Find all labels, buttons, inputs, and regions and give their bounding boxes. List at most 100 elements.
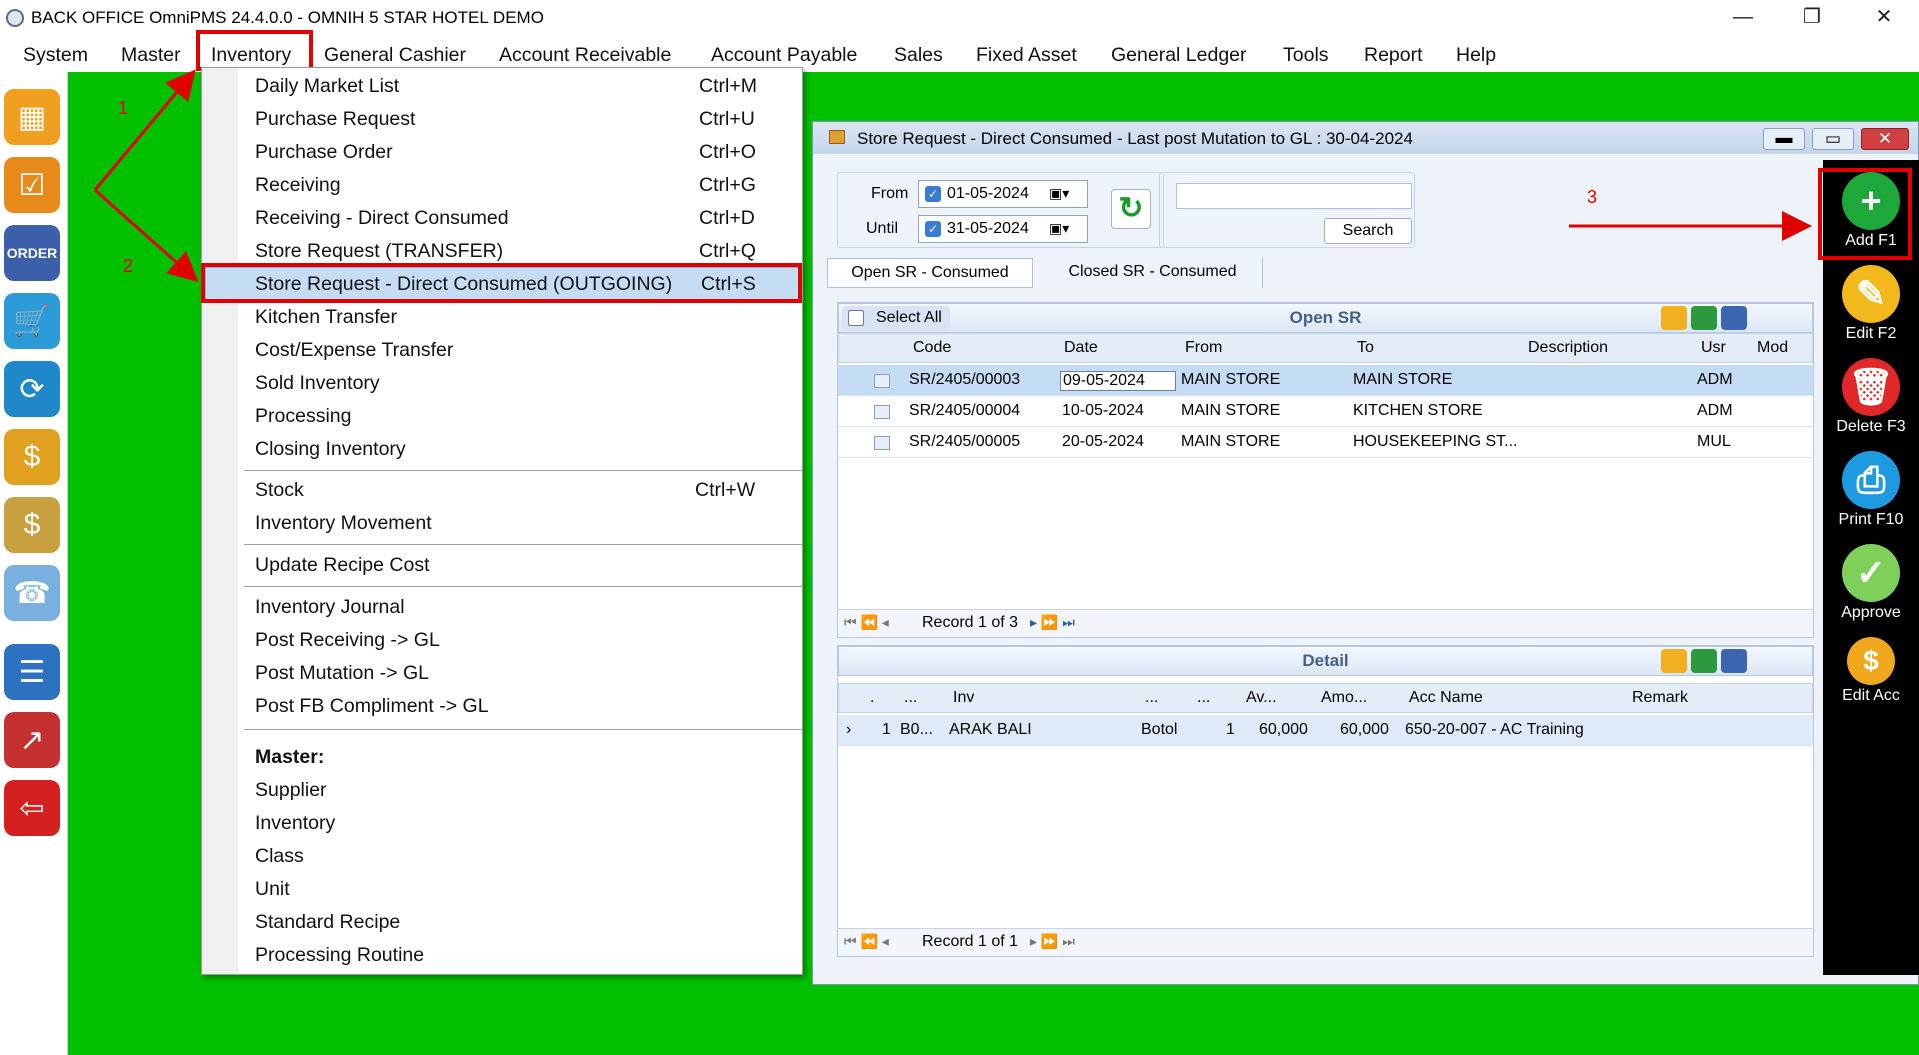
menu-item-stock[interactable]: Stock bbox=[255, 479, 304, 502]
from-date-field[interactable]: ✓ 01-05-2024 ▣▾ bbox=[918, 180, 1088, 208]
col-code[interactable]: ... bbox=[904, 689, 917, 707]
menu-item-daily-market-list[interactable]: Daily Market List bbox=[255, 75, 399, 98]
nav-first-icon[interactable]: ⏮ ⏪ ◂ bbox=[844, 933, 889, 950]
menu-item-processing[interactable]: Processing bbox=[255, 405, 351, 428]
menu-item-class[interactable]: Class bbox=[255, 845, 304, 868]
transfer-box-icon[interactable]: ⟳ bbox=[4, 361, 60, 417]
col-mod[interactable]: Mod bbox=[1757, 339, 1788, 357]
row-checkbox[interactable] bbox=[874, 374, 890, 388]
menu-item-store-request-transfer[interactable]: Store Request (TRANSFER) bbox=[255, 240, 503, 263]
menu-account-payable[interactable]: Account Payable bbox=[711, 44, 857, 67]
menu-item-post-fb-compliment-gl[interactable]: Post FB Compliment -> GL bbox=[255, 695, 489, 718]
nav-first-icon[interactable]: ⏮ ⏪ ◂ bbox=[844, 614, 889, 631]
col-avg[interactable]: Av... bbox=[1246, 689, 1277, 707]
col-remark[interactable]: Remark bbox=[1632, 689, 1688, 707]
menu-item-post-mutation-gl[interactable]: Post Mutation -> GL bbox=[255, 662, 429, 685]
until-checkbox[interactable]: ✓ bbox=[925, 221, 941, 237]
refresh-icon[interactable]: ↻ bbox=[1111, 189, 1151, 229]
exit-icon[interactable]: ⇦ bbox=[4, 780, 60, 836]
menu-item-processing-routine[interactable]: Processing Routine bbox=[255, 944, 424, 967]
row-checkbox[interactable] bbox=[874, 436, 890, 450]
until-date-field[interactable]: ✓ 31-05-2024 ▣▾ bbox=[918, 215, 1088, 243]
menu-item-cost-expense-transfer[interactable]: Cost/Expense Transfer bbox=[255, 339, 453, 362]
search-input[interactable] bbox=[1176, 183, 1412, 209]
window-close-button[interactable]: ✕ bbox=[1861, 128, 1909, 150]
menu-item-inventory-movement[interactable]: Inventory Movement bbox=[255, 512, 432, 535]
menu-general-cashier[interactable]: General Cashier bbox=[324, 44, 466, 67]
col-amount[interactable]: Amo... bbox=[1321, 689, 1367, 707]
menu-account-receivable[interactable]: Account Receivable bbox=[499, 44, 671, 67]
menu-report[interactable]: Report bbox=[1364, 44, 1423, 67]
tab-closed-sr[interactable]: Closed SR - Consumed bbox=[1043, 258, 1263, 288]
money-bag-icon[interactable]: $ bbox=[4, 429, 60, 485]
menu-item-inventory-journal[interactable]: Inventory Journal bbox=[255, 596, 405, 619]
col-inv[interactable]: Inv bbox=[953, 689, 974, 707]
col-code[interactable]: Code bbox=[913, 339, 951, 357]
menu-item-kitchen-transfer[interactable]: Kitchen Transfer bbox=[255, 306, 397, 329]
close-button[interactable]: ✕ bbox=[1854, 2, 1914, 32]
menu-system[interactable]: System bbox=[23, 44, 88, 67]
menu-general-ledger[interactable]: General Ledger bbox=[1111, 44, 1247, 67]
print-button[interactable]: ⎙ Print F10 bbox=[1823, 447, 1919, 537]
calendar-dropdown-icon[interactable]: ▣▾ bbox=[1049, 185, 1069, 202]
minimize-button[interactable]: — bbox=[1713, 2, 1773, 32]
money-hand-icon[interactable]: $ bbox=[4, 497, 60, 553]
menu-item-post-receiving-gl[interactable]: Post Receiving -> GL bbox=[255, 629, 440, 652]
boxes-icon[interactable]: ▦ bbox=[4, 89, 60, 145]
col-no[interactable]: . bbox=[870, 689, 874, 707]
col-unit[interactable]: ... bbox=[1145, 689, 1158, 707]
report-chart-icon[interactable]: ↗ bbox=[4, 712, 60, 768]
expand-icon[interactable] bbox=[1661, 306, 1687, 330]
menu-item-purchase-order[interactable]: Purchase Order bbox=[255, 141, 393, 164]
edit-acc-button[interactable]: $ Edit Acc bbox=[1823, 633, 1919, 723]
clipboard-icon[interactable]: ☑ bbox=[4, 157, 60, 213]
col-from[interactable]: From bbox=[1185, 339, 1222, 357]
menu-master[interactable]: Master bbox=[121, 44, 181, 67]
order-icon[interactable]: ORDER bbox=[4, 225, 60, 281]
menu-item-receiving-direct-consumed[interactable]: Receiving - Direct Consumed bbox=[255, 207, 509, 230]
col-qty[interactable]: ... bbox=[1197, 689, 1210, 707]
menu-help[interactable]: Help bbox=[1456, 44, 1496, 67]
menu-item-standard-recipe[interactable]: Standard Recipe bbox=[255, 911, 400, 934]
restore-button[interactable]: ❐ bbox=[1782, 2, 1842, 32]
nav-next-icon[interactable]: ▸ ⏩ ⏭ bbox=[1030, 933, 1075, 950]
menu-item-sold-inventory[interactable]: Sold Inventory bbox=[255, 372, 380, 395]
menu-item-purchase-request[interactable]: Purchase Request bbox=[255, 108, 415, 131]
menu-tools[interactable]: Tools bbox=[1283, 44, 1329, 67]
shopping-cart-icon[interactable]: 🛒 bbox=[4, 293, 60, 349]
menu-item-supplier[interactable]: Supplier bbox=[255, 779, 327, 802]
ledger-book-icon[interactable]: ☰ bbox=[4, 644, 60, 700]
edit-button[interactable]: ✎ Edit F2 bbox=[1823, 261, 1919, 351]
delete-button[interactable]: 🗑 Delete F3 bbox=[1823, 354, 1919, 444]
search-button[interactable]: Search bbox=[1324, 218, 1412, 244]
menu-sales[interactable]: Sales bbox=[894, 44, 943, 67]
col-description[interactable]: Description bbox=[1528, 339, 1608, 357]
menu-item-inventory-master[interactable]: Inventory bbox=[255, 812, 335, 835]
col-to[interactable]: To bbox=[1357, 339, 1374, 357]
expand-icon[interactable] bbox=[1661, 649, 1687, 673]
tab-open-sr[interactable]: Open SR - Consumed bbox=[827, 258, 1033, 288]
printer-icon[interactable] bbox=[1721, 649, 1747, 673]
menu-fixed-asset[interactable]: Fixed Asset bbox=[976, 44, 1077, 67]
calendar-dropdown-icon[interactable]: ▣▾ bbox=[1049, 220, 1069, 237]
mobile-payment-icon[interactable]: ☎ bbox=[4, 565, 60, 621]
menu-item-closing-inventory[interactable]: Closing Inventory bbox=[255, 438, 406, 461]
col-acc-name[interactable]: Acc Name bbox=[1409, 689, 1483, 707]
col-date[interactable]: Date bbox=[1064, 339, 1098, 357]
menu-item-unit[interactable]: Unit bbox=[255, 878, 290, 901]
row-checkbox[interactable] bbox=[874, 405, 890, 419]
cell-date-editor[interactable]: 09-05-2024 bbox=[1060, 371, 1176, 391]
excel-export-icon[interactable] bbox=[1691, 306, 1717, 330]
approve-button[interactable]: ✓ Approve bbox=[1823, 540, 1919, 630]
menu-item-store-request-direct-consumed-label[interactable]: Store Request - Direct Consumed (OUTGOIN… bbox=[255, 273, 672, 296]
menu-inventory[interactable]: Inventory bbox=[211, 44, 291, 67]
checkbox-icon[interactable] bbox=[848, 310, 864, 326]
nav-next-icon[interactable]: ▸ ⏩ ⏭ bbox=[1030, 614, 1075, 631]
window-maximize-button[interactable]: ▭ bbox=[1812, 128, 1854, 150]
from-checkbox[interactable]: ✓ bbox=[925, 186, 941, 202]
printer-icon[interactable] bbox=[1721, 306, 1747, 330]
excel-export-icon[interactable] bbox=[1691, 649, 1717, 673]
col-usr[interactable]: Usr bbox=[1701, 339, 1726, 357]
window-minimize-button[interactable]: ▬ bbox=[1763, 128, 1805, 150]
menu-item-receiving[interactable]: Receiving bbox=[255, 174, 341, 197]
